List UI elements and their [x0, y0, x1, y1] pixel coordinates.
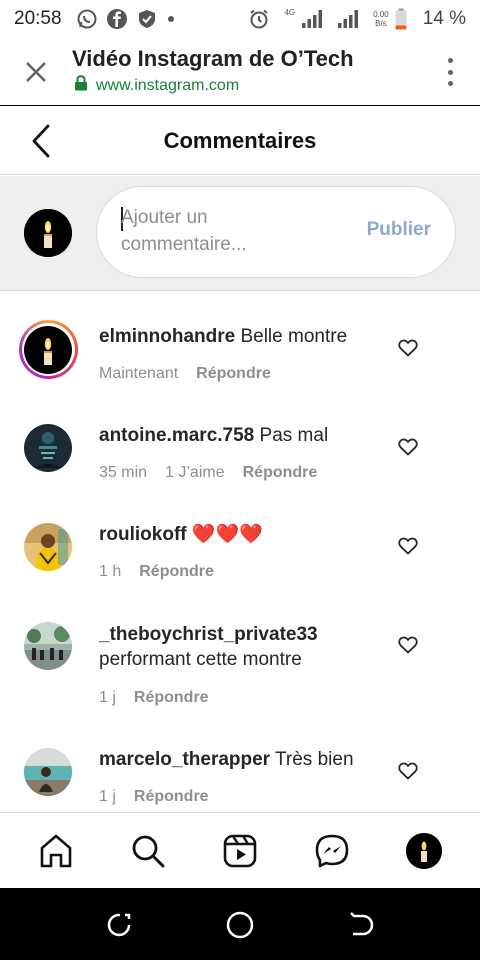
browser-page-title: Vidéo Instagram de O’Tech — [72, 46, 354, 71]
comment-time: 1 j — [99, 788, 116, 805]
search-icon[interactable] — [130, 833, 166, 869]
shield-icon — [136, 8, 158, 30]
signal-icon-2 — [337, 9, 359, 29]
reels-icon[interactable] — [222, 833, 258, 869]
comment-composer: Ajouter un commentaire... Publier — [0, 176, 480, 291]
home-circle-icon[interactable] — [225, 910, 255, 940]
recent-apps-icon[interactable] — [105, 910, 135, 940]
whatsapp-icon — [76, 8, 98, 30]
network-speed: 0.00 B/s — [373, 10, 389, 28]
comment-username[interactable]: rouliokoff — [99, 524, 187, 545]
network-speed-unit: B/s — [375, 19, 387, 28]
comment-meta: 35 min 1 J’aime Répondre — [99, 464, 317, 482]
network-speed-value: 0.00 — [373, 10, 389, 19]
back-icon[interactable] — [345, 910, 375, 940]
alarm-icon — [248, 8, 270, 30]
android-navigation-bar — [0, 888, 480, 960]
comment-meta: Maintenant Répondre — [99, 365, 271, 383]
like-heart-icon[interactable] — [398, 339, 418, 357]
home-icon[interactable] — [38, 833, 74, 869]
reply-button[interactable]: Répondre — [196, 365, 271, 383]
comment-text: Belle montre — [240, 326, 348, 347]
comment-meta: 1 j Répondre — [99, 788, 209, 806]
comment-input[interactable]: Ajouter un commentaire... Publier — [96, 186, 456, 278]
messenger-icon[interactable] — [314, 833, 350, 869]
overflow-menu-icon[interactable] — [446, 58, 454, 86]
comment-username[interactable]: _theboychrist_private33 — [99, 624, 318, 645]
reply-button[interactable]: Répondre — [139, 563, 214, 581]
profile-avatar[interactable] — [406, 833, 442, 869]
status-time: 20:58 — [14, 8, 62, 29]
comment-username[interactable]: antoine.marc.758 — [99, 425, 254, 446]
battery-icon — [395, 8, 407, 30]
comment-body: antoine.marc.758 Pas mal — [99, 423, 389, 448]
signal-icon — [301, 9, 323, 29]
comment-username[interactable]: elminnohandre — [99, 326, 235, 347]
browser-url-row[interactable]: www.instagram.com — [74, 75, 239, 96]
lock-icon — [74, 75, 88, 96]
comment-time: 35 min — [99, 464, 148, 481]
comment-time: Maintenant — [99, 365, 179, 382]
page-title: Commentaires — [163, 128, 317, 153]
bottom-navigation — [0, 812, 480, 888]
publish-button[interactable]: Publier — [367, 219, 431, 241]
browser-url: www.instagram.com — [96, 76, 240, 94]
comment-time: 1 h — [99, 563, 122, 580]
status-bar: 20:58 4G 0.00 B/s 14 % — [0, 0, 480, 38]
comment-body: elminnohandre Belle montre — [99, 324, 389, 349]
browser-bar: Vidéo Instagram de O’Tech www.instagram.… — [0, 38, 480, 106]
like-heart-icon[interactable] — [398, 537, 418, 555]
comment-body: marcelo_therapper Très bien — [99, 747, 389, 772]
commenter-avatar[interactable] — [24, 523, 72, 571]
comment-text: Pas mal — [259, 425, 329, 446]
comment-likes[interactable]: 1 J’aime — [165, 464, 225, 482]
comment-meta: 1 j Répondre — [99, 689, 209, 707]
network-type-label: 4G — [284, 7, 296, 17]
facebook-icon — [106, 8, 128, 30]
battery-percent: 14 % — [422, 8, 466, 29]
reply-button[interactable]: Répondre — [134, 689, 209, 707]
comments-header: Commentaires — [0, 107, 480, 175]
commenter-avatar[interactable] — [24, 622, 72, 670]
like-heart-icon[interactable] — [398, 438, 418, 456]
like-heart-icon[interactable] — [398, 636, 418, 654]
comment-meta: 1 h Répondre — [99, 563, 214, 581]
comment-text: ❤️❤️❤️ — [191, 524, 263, 545]
like-heart-icon[interactable] — [398, 762, 418, 780]
comment-text: Très bien — [275, 749, 354, 770]
reply-button[interactable]: Répondre — [134, 788, 209, 806]
comment-username[interactable]: marcelo_therapper — [99, 749, 270, 770]
commenter-avatar[interactable] — [24, 424, 72, 472]
comment-body: rouliokoff ❤️❤️❤️ — [99, 522, 389, 547]
status-right: 4G 0.00 B/s 14 % — [248, 8, 466, 30]
close-icon[interactable] — [22, 58, 50, 86]
dot-icon — [166, 14, 176, 24]
commenter-avatar[interactable] — [24, 326, 72, 374]
reply-button[interactable]: Répondre — [243, 464, 318, 482]
comment-input-placeholder: Ajouter un commentaire... — [121, 207, 247, 255]
comment-text: performant cette montre — [99, 649, 302, 670]
comment-time: 1 j — [99, 689, 116, 706]
my-avatar — [24, 209, 72, 257]
commenter-avatar[interactable] — [24, 748, 72, 796]
comment-body: _theboychrist_private33 performant cette… — [99, 622, 389, 672]
